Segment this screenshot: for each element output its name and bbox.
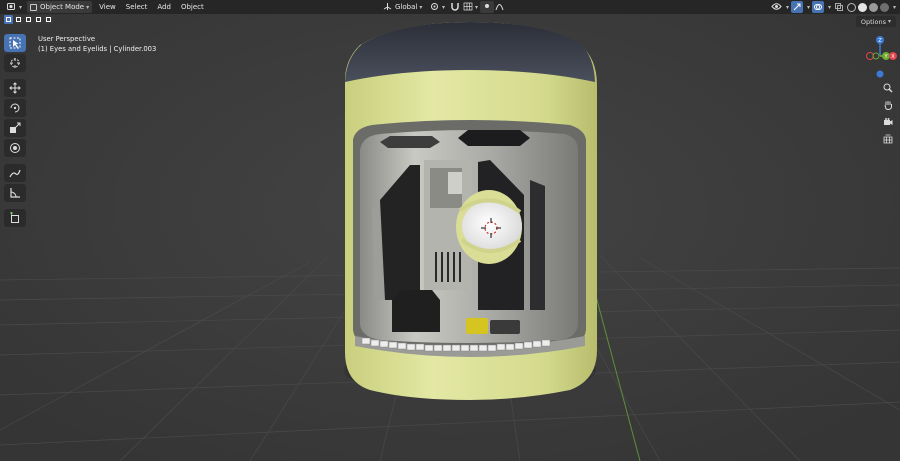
chevron-down-icon: ▾ <box>86 3 90 11</box>
select-extend-button[interactable] <box>14 15 23 24</box>
pivot-icon <box>430 2 440 13</box>
add-cube-icon <box>10 212 19 223</box>
gizmo-z-label: Z <box>878 38 882 44</box>
header-right-controls: ▾ ▾ ▾ ▾ <box>771 1 896 13</box>
select-intersect-button[interactable] <box>44 15 53 24</box>
measure-tool[interactable] <box>4 184 26 202</box>
select-box-tool[interactable] <box>4 34 26 52</box>
chevron-down-icon[interactable]: ▾ <box>828 4 831 11</box>
ortho-toggle-button[interactable] <box>880 131 896 147</box>
chevron-down-icon: ▾ <box>19 3 23 11</box>
snap-grid-icon <box>463 2 473 13</box>
xray-icon <box>834 3 843 11</box>
chevron-down-icon: ▾ <box>887 18 891 25</box>
select-box-icon <box>9 37 21 49</box>
transform-tool[interactable] <box>4 139 26 157</box>
viewport-info: User Perspective (1) Eyes and Eyelids | … <box>38 34 156 54</box>
snap-target-dropdown[interactable]: ▾ <box>460 1 481 13</box>
camera-view-button[interactable] <box>880 114 896 130</box>
transform-icon <box>10 143 20 153</box>
ruler-icon <box>10 188 20 198</box>
proportional-edit-icon <box>483 2 491 12</box>
zoom-button[interactable] <box>880 80 896 96</box>
overlays-icon <box>813 4 822 10</box>
object-mode-icon <box>30 3 38 11</box>
shading-solid-icon[interactable] <box>857 2 867 12</box>
orientation-label: Global <box>395 3 418 11</box>
options-label: Options <box>860 17 886 26</box>
chevron-down-icon[interactable]: ▾ <box>786 4 789 11</box>
navigation-controls <box>880 80 896 147</box>
falloff-curve-icon <box>495 2 504 13</box>
mode-dropdown[interactable]: Object Mode ▾ <box>27 1 93 13</box>
chevron-down-icon[interactable]: ▾ <box>893 4 896 11</box>
axes-icon <box>383 2 392 13</box>
overlays-toggle[interactable] <box>811 1 824 13</box>
scale-tool[interactable] <box>4 119 26 137</box>
3d-viewport[interactable] <box>0 0 900 461</box>
menu-select[interactable]: Select <box>121 3 153 11</box>
mode-label: Object Mode <box>40 3 85 11</box>
shading-material-icon[interactable] <box>868 2 878 12</box>
eye-object <box>456 190 522 264</box>
move-tool[interactable] <box>4 79 26 97</box>
viewport-editor-icon <box>7 2 17 13</box>
viewport-header: ▾ Object Mode ▾ View Select Add Object G… <box>0 0 900 14</box>
move-icon <box>9 82 21 94</box>
selection-mode-group <box>4 15 53 24</box>
xray-toggle[interactable] <box>833 1 845 13</box>
hand-pan-icon <box>884 101 892 110</box>
visibility-icon[interactable] <box>771 2 782 13</box>
select-invert-button[interactable] <box>34 15 43 24</box>
add-cube-tool[interactable] <box>4 209 26 227</box>
capsule-model <box>345 22 597 400</box>
camera-icon <box>884 118 893 125</box>
editor-type-button[interactable]: ▾ <box>4 1 25 13</box>
shading-rendered-icon[interactable] <box>879 2 889 12</box>
active-object-label: (1) Eyes and Eyelids | Cylinder.003 <box>38 45 157 53</box>
shading-wireframe-icon[interactable] <box>846 2 856 12</box>
grid-view-icon <box>883 134 893 144</box>
chevron-down-icon[interactable]: ▾ <box>807 4 810 11</box>
chevron-down-icon: ▾ <box>442 3 446 11</box>
rotate-icon <box>10 103 20 113</box>
navigation-gizmo[interactable]: Z Y X <box>862 34 898 82</box>
gizmo-toggle[interactable] <box>790 1 803 13</box>
gizmo-icon <box>793 3 801 11</box>
select-subtract-button[interactable] <box>24 15 33 24</box>
perspective-label: User Perspective <box>38 35 96 43</box>
scale-icon <box>10 122 21 133</box>
chevron-down-icon: ▾ <box>419 3 423 11</box>
tool-shelf <box>4 34 26 227</box>
annotate-pencil-icon <box>9 169 21 178</box>
menu-add[interactable]: Add <box>152 3 176 11</box>
select-new-button[interactable] <box>4 15 13 24</box>
cursor-icon <box>10 58 20 68</box>
cursor-tool[interactable] <box>4 54 26 72</box>
rotate-tool[interactable] <box>4 99 26 117</box>
menu-view[interactable]: View <box>94 3 121 11</box>
menu-object[interactable]: Object <box>176 3 209 11</box>
annotate-tool[interactable] <box>4 164 26 182</box>
zoom-icon <box>883 83 893 93</box>
gizmo-x-label: X <box>891 54 895 60</box>
pan-button[interactable] <box>880 97 896 113</box>
orientation-dropdown[interactable]: Global ▾ <box>380 1 425 13</box>
magnet-icon <box>450 2 460 13</box>
pivot-dropdown[interactable]: ▾ <box>427 1 448 13</box>
options-dropdown[interactable]: Options ▾ <box>855 16 896 27</box>
falloff-dropdown[interactable] <box>492 1 507 13</box>
chevron-down-icon: ▾ <box>475 3 479 11</box>
